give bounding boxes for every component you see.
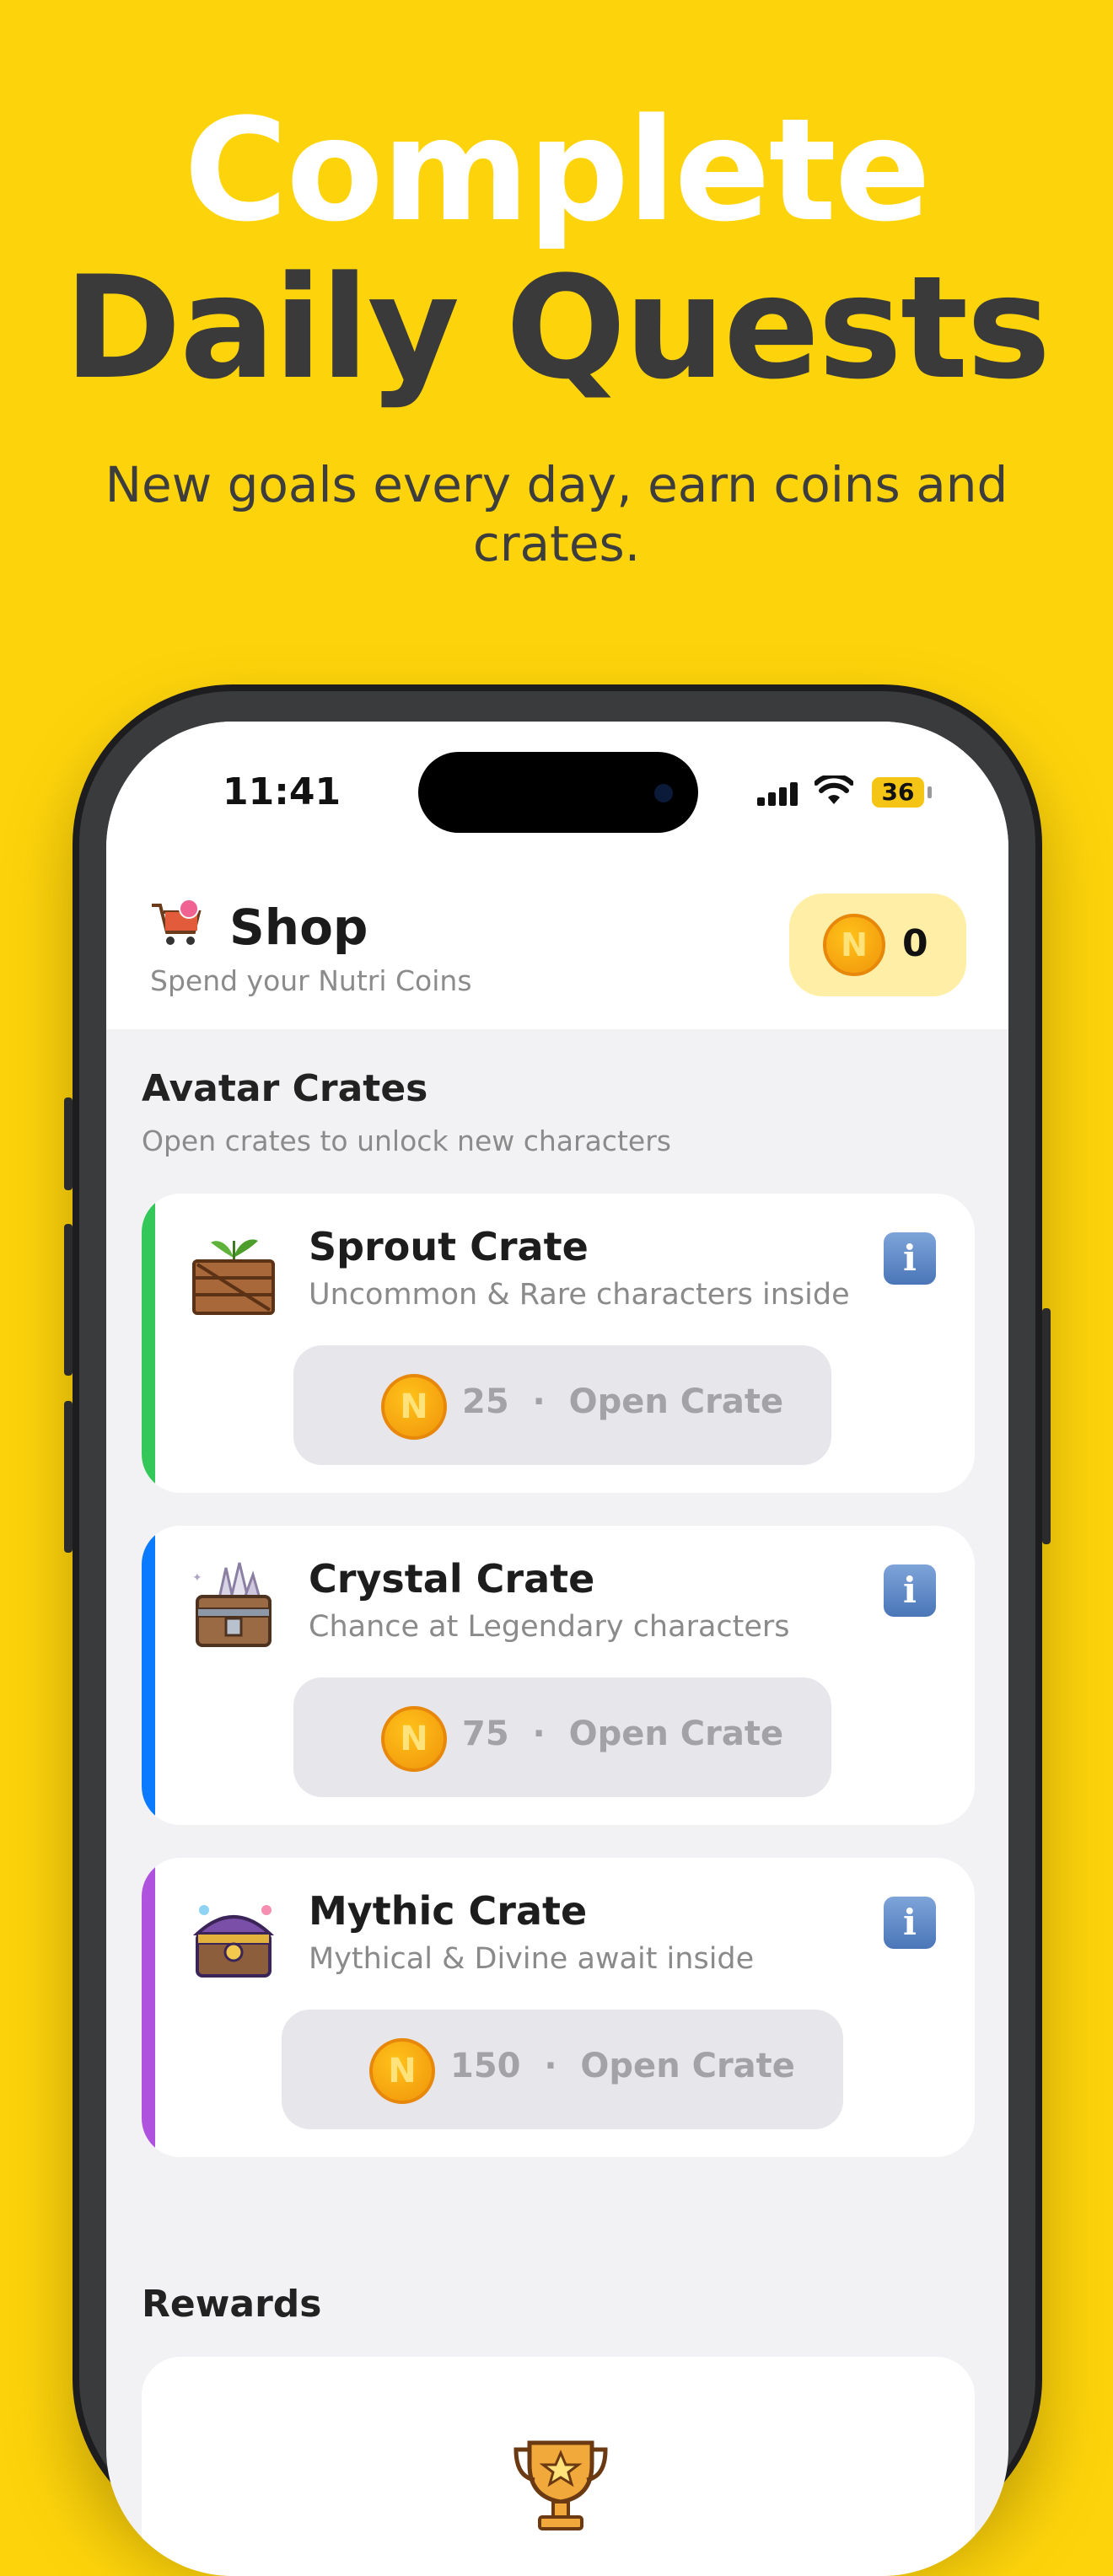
crate-name: Sprout Crate xyxy=(309,1224,589,1269)
crystal-crate-icon: ✦ xyxy=(186,1556,282,1652)
coin-balance-value: 0 xyxy=(902,922,928,965)
crate-description: Chance at Legendary characters xyxy=(309,1610,790,1644)
open-crate-button[interactable]: N 150 · Open Crate xyxy=(282,2010,843,2129)
app-screen: 11:41 36 Shop Spend your Nutri Coins N 0… xyxy=(106,722,1008,2576)
rewards-card xyxy=(142,2357,975,2576)
crate-price-label: 75 · Open Crate xyxy=(462,1715,784,1753)
avatar-crates-title: Avatar Crates xyxy=(142,1067,428,1110)
card-accent-bar xyxy=(142,1194,155,1493)
info-button[interactable]: i xyxy=(884,1564,936,1617)
crate-price-label: 150 · Open Crate xyxy=(450,2047,795,2085)
crate-name: Crystal Crate xyxy=(309,1556,595,1602)
info-button[interactable]: i xyxy=(884,1232,936,1285)
volume-down-button xyxy=(64,1401,73,1553)
volume-up-button xyxy=(64,1224,73,1376)
nutri-coin-icon: N xyxy=(381,1374,447,1440)
side-button xyxy=(1042,1308,1051,1544)
open-crate-button[interactable]: N 25 · Open Crate xyxy=(293,1345,831,1465)
crate-price-label: 25 · Open Crate xyxy=(462,1382,784,1421)
hero-subtitle: New goals every day, earn coins and crat… xyxy=(105,456,1008,572)
info-button[interactable]: i xyxy=(884,1897,936,1949)
coin-balance-pill[interactable]: N 0 xyxy=(789,894,966,996)
nutri-coin-icon: N xyxy=(381,1706,447,1772)
avatar-crates-subtitle: Open crates to unlock new characters xyxy=(142,1124,671,1157)
action-button xyxy=(64,1097,73,1190)
phone-frame: 11:41 36 Shop Spend your Nutri Coins N 0… xyxy=(64,684,1051,2576)
nutri-coin-icon: N xyxy=(369,2038,435,2104)
hero-title-line2: Daily Quests xyxy=(63,245,1051,411)
card-accent-bar xyxy=(142,1526,155,1825)
crate-card-crystal: ✦ Crystal Crate Chance at Legendary char… xyxy=(142,1526,975,1825)
status-time: 11:41 xyxy=(223,770,341,813)
card-accent-bar xyxy=(142,1858,155,2157)
trophy-icon xyxy=(511,2431,610,2532)
rewards-title: Rewards xyxy=(142,2283,322,2326)
crate-description: Uncommon & Rare characters inside xyxy=(309,1278,850,1312)
open-crate-button[interactable]: N 75 · Open Crate xyxy=(293,1677,831,1797)
shop-header: Shop Spend your Nutri Coins N 0 xyxy=(106,856,1008,1029)
camera-icon xyxy=(654,784,673,802)
mythic-crate-icon xyxy=(186,1888,282,1984)
crate-description: Mythical & Divine await inside xyxy=(309,1942,755,1976)
battery-tip xyxy=(928,786,932,798)
nutri-coin-icon: N xyxy=(823,914,885,976)
dynamic-island xyxy=(418,752,698,833)
svg-text:✦: ✦ xyxy=(192,1571,202,1585)
page-subtitle: Spend your Nutri Coins xyxy=(150,964,472,997)
status-bar: 11:41 36 xyxy=(106,722,1008,856)
battery-indicator: 36 xyxy=(872,777,924,808)
wifi-icon xyxy=(814,773,854,814)
sprout-crate-icon xyxy=(186,1224,282,1320)
page-title: Shop xyxy=(229,899,368,956)
crate-card-mythic: Mythic Crate Mythical & Divine await ins… xyxy=(142,1858,975,2157)
crate-card-sprout: Sprout Crate Uncommon & Rare characters … xyxy=(142,1194,975,1493)
cellular-signal-icon xyxy=(757,781,801,806)
crate-name: Mythic Crate xyxy=(309,1888,588,1934)
shopping-cart-icon xyxy=(150,899,204,961)
hero-title-line1: Complete xyxy=(184,88,931,253)
